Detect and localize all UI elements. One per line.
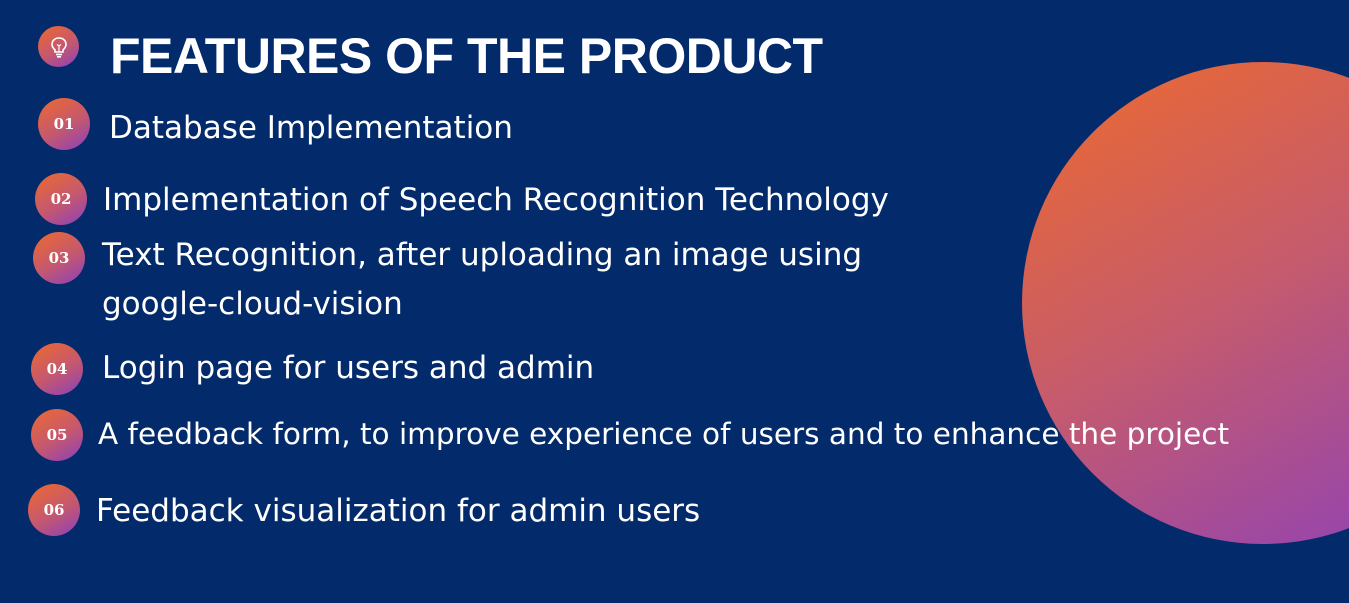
feature-text-continued: google-cloud-vision (102, 286, 403, 322)
decorative-gradient-circle (1022, 62, 1349, 544)
feature-text: A feedback form, to improve experience o… (98, 417, 1230, 451)
feature-number-badge: 05 (31, 409, 83, 461)
feature-text: Database Implementation (109, 110, 513, 146)
feature-number-badge: 04 (31, 343, 83, 395)
feature-number-badge: 01 (38, 98, 90, 150)
feature-text: Text Recognition, after uploading an ima… (102, 237, 863, 273)
slide: FEATURES OF THE PRODUCT 01 Database Impl… (0, 0, 1349, 603)
page-title: FEATURES OF THE PRODUCT (110, 28, 823, 84)
title-bullet (38, 26, 79, 67)
feature-text: Feedback visualization for admin users (96, 493, 701, 529)
feature-number-badge: 03 (33, 232, 85, 284)
lightbulb-icon (50, 36, 67, 58)
feature-text: Implementation of Speech Recognition Tec… (103, 182, 889, 218)
feature-text: Login page for users and admin (102, 350, 595, 386)
feature-number-badge: 02 (35, 173, 87, 225)
feature-number-badge: 06 (28, 484, 80, 536)
